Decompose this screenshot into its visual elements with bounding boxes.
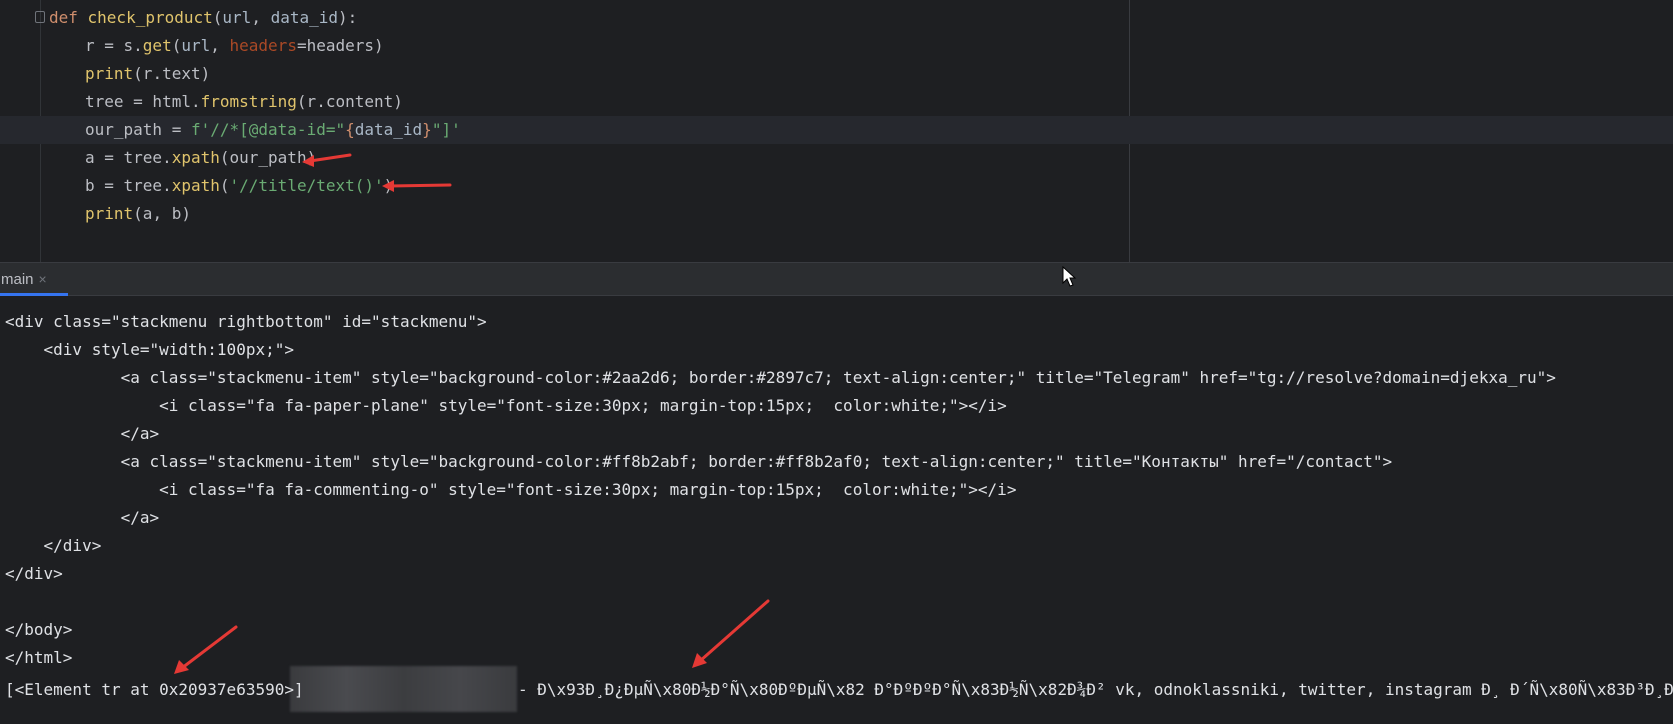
console-line: <i class="fa fa-commenting-o" style="fon… — [5, 480, 1017, 499]
mouse-cursor-icon — [1062, 266, 1077, 287]
console-line: </div> — [5, 536, 102, 555]
close-icon[interactable]: × — [39, 271, 47, 287]
console-line: </body> — [5, 620, 73, 639]
console-line: <i class="fa fa-paper-plane" style="font… — [5, 396, 1007, 415]
console-line: </a> — [5, 508, 160, 527]
code-line-1[interactable]: def check_product(url, data_id): — [49, 4, 1669, 32]
console-line: <div style="width:100px;"> — [5, 340, 294, 359]
run-tool-window-tabbar: main × — [0, 262, 1673, 296]
annotation-arrow-icon — [382, 180, 452, 192]
code-line-8[interactable]: print(a, b) — [85, 200, 1673, 228]
code-line-2[interactable]: r = s.get(url, headers=headers) — [85, 32, 1673, 60]
console-line: <a class="stackmenu-item" style="backgro… — [5, 452, 1393, 471]
annotation-arrow-icon — [174, 625, 238, 674]
run-console-output[interactable]: <div class="stackmenu rightbottom" id="s… — [0, 296, 1673, 724]
code-line-3[interactable]: print(r.text) — [85, 60, 1673, 88]
console-line: </div> — [5, 564, 63, 583]
redacted-text-block — [290, 666, 517, 712]
code-editor[interactable]: def check_product(url, data_id): r = s.g… — [0, 0, 1673, 262]
annotation-arrow-icon — [302, 153, 352, 167]
tab-main[interactable]: main × — [0, 263, 68, 296]
code-line-5[interactable]: our_path = f'//*[@data-id="{data_id}"]' — [0, 116, 1673, 144]
code-line-7[interactable]: b = tree.xpath('//title/text()') — [85, 172, 1673, 200]
console-line: </html> — [5, 648, 73, 667]
console-result-prefix: [<Element tr at 0x20937e63590>] — [5, 680, 304, 699]
fold-marker-icon[interactable] — [35, 11, 45, 23]
console-line: <a class="stackmenu-item" style="backgro… — [5, 368, 1556, 387]
console-result-suffix: - Ð\x93Ð¸Ð¿ÐµÑ\x80Ð½Ð°Ñ\x80ÐºÐµÑ\x82 Ð°Ð… — [518, 680, 1673, 699]
code-line-4[interactable]: tree = html.fromstring(r.content) — [85, 88, 1673, 116]
console-line: </a> — [5, 424, 160, 443]
console-line: <div class="stackmenu rightbottom" id="s… — [5, 312, 487, 331]
annotation-arrow-icon — [692, 599, 770, 668]
